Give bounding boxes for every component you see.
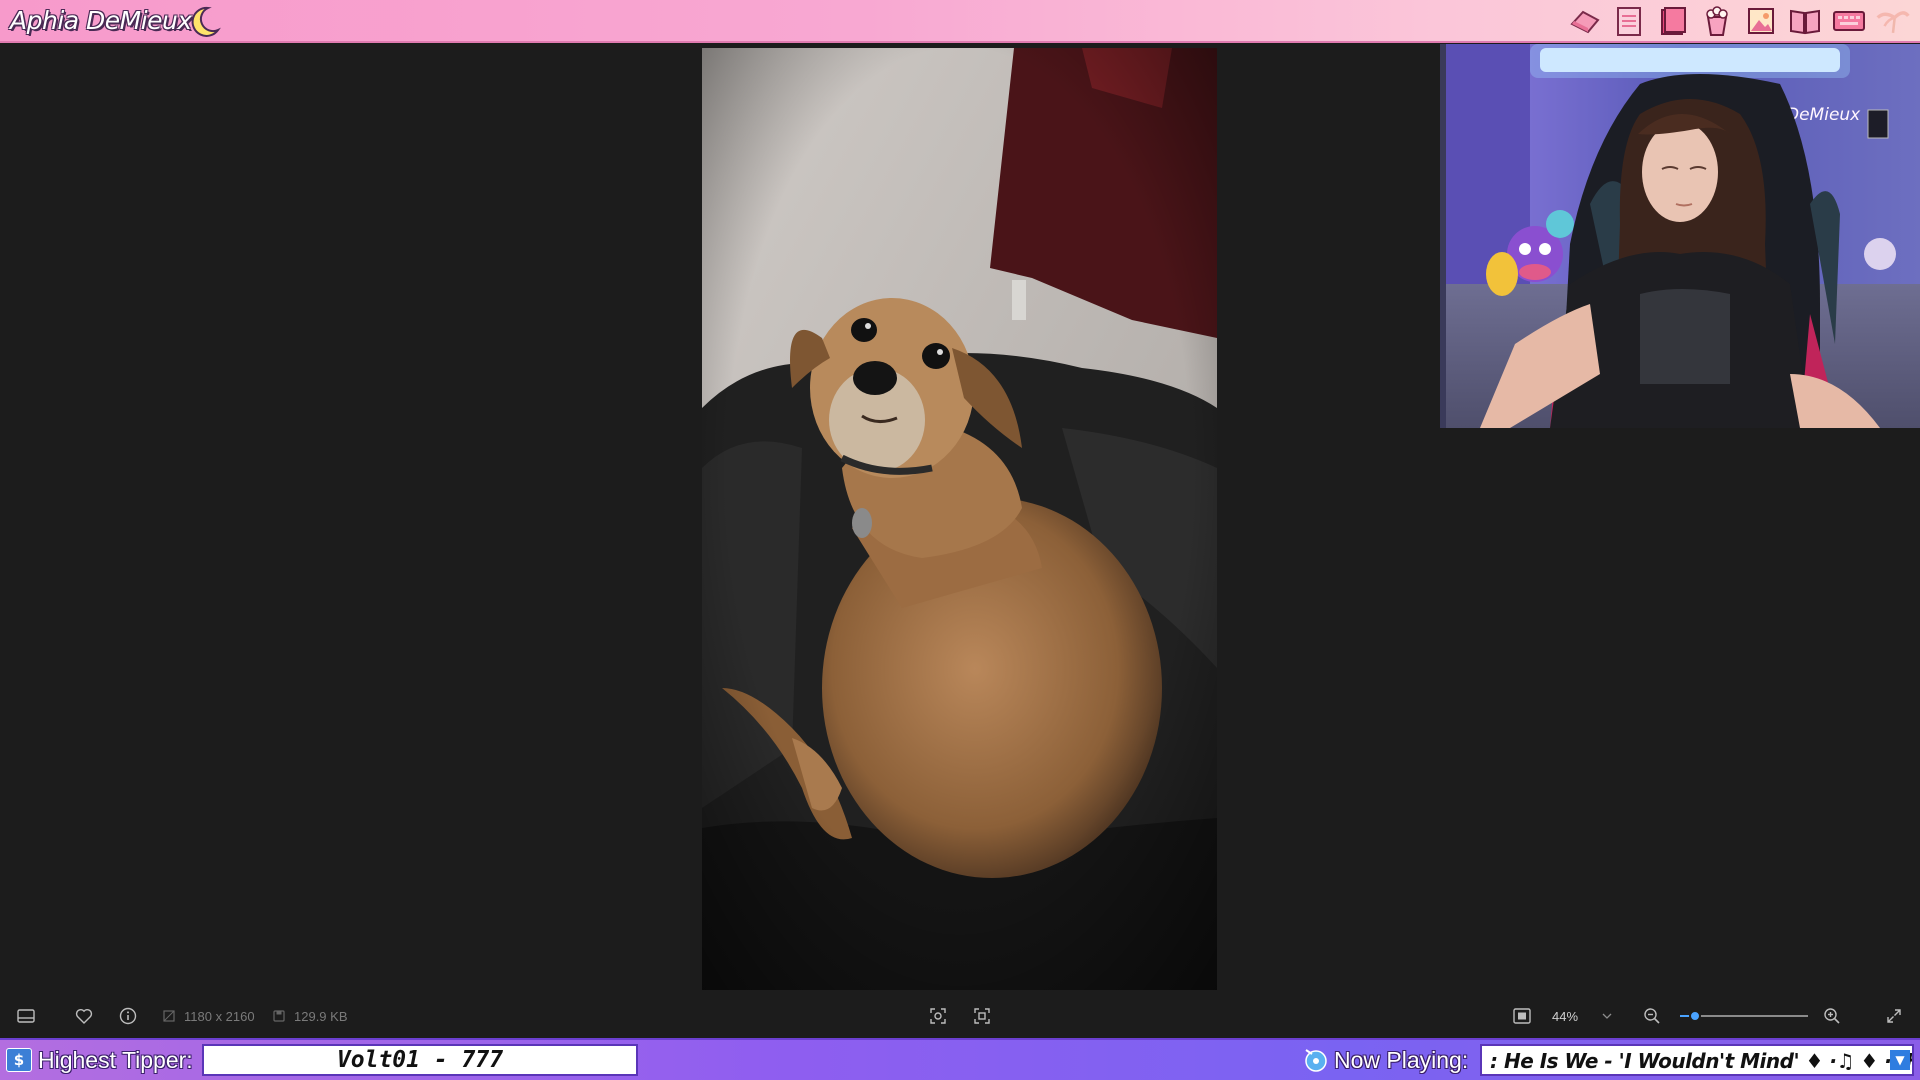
dollar-icon: $ <box>6 1048 32 1072</box>
screen: Aphia DeMieux DeMieux 1180 x 2160 129.9 … <box>0 0 1920 1080</box>
filmstrip-icon <box>17 1009 35 1023</box>
file-size: 129.9 KB <box>272 995 348 1037</box>
expand-icon <box>1887 1009 1901 1023</box>
stream-top-banner: Aphia DeMieux <box>0 0 1920 43</box>
file-info-button[interactable] <box>112 995 144 1037</box>
highest-tipper-box: Volt01 - 777 <box>202 1044 638 1076</box>
image-dimensions: 1180 x 2160 <box>162 995 255 1037</box>
moon-icon <box>191 6 221 37</box>
favorite-button[interactable] <box>68 995 100 1037</box>
notepad-icon <box>1612 4 1646 38</box>
now-playing-ticker: : He Is We - 'I Wouldn't Mind' ♦ ·♫ ♦ ·:… <box>1480 1044 1914 1076</box>
image-viewer-toolbar: 1180 x 2160 129.9 KB 44% <box>0 995 1920 1037</box>
fit-to-window-button[interactable] <box>1506 995 1538 1037</box>
highest-tipper-value: Volt01 - 777 <box>336 1047 504 1073</box>
book-icon <box>1788 4 1822 38</box>
crop-button[interactable] <box>966 995 998 1037</box>
now-playing-label: Now Playing: <box>1334 1047 1469 1073</box>
music-note-icon <box>1305 1049 1327 1072</box>
zoom-out-icon <box>1644 1008 1660 1024</box>
file-size-text: 129.9 KB <box>294 1008 348 1024</box>
neon-sign-text: DeMieux <box>1786 105 1861 125</box>
dropdown-arrow-icon: ▼ <box>1890 1050 1910 1070</box>
top-icon-row <box>1568 4 1910 38</box>
keyboard-icon <box>1832 4 1866 38</box>
fullscreen-button[interactable] <box>1878 995 1910 1037</box>
heart-icon <box>75 1008 93 1024</box>
crop-icon <box>974 1008 990 1024</box>
zoom-out-button[interactable] <box>1636 995 1668 1037</box>
now-playing-track: : He Is We - 'I Wouldn't Mind' ♦ ·♫ ♦ ·:… <box>1490 1049 1912 1073</box>
stream-bottom-banner: $ Highest Tipper: Volt01 - 777 Now Playi… <box>0 1038 1920 1080</box>
zoom-in-icon <box>1824 1008 1840 1024</box>
info-icon <box>119 1007 137 1025</box>
palm-tree-icon <box>1876 4 1910 38</box>
screenshot-button[interactable] <box>922 995 954 1037</box>
fit-screen-icon <box>1513 1008 1531 1024</box>
filmstrip-toggle-button[interactable] <box>10 995 42 1037</box>
zoom-slider[interactable] <box>1680 1010 1808 1022</box>
disk-icon <box>273 1010 285 1022</box>
zoom-value: 44% <box>1552 1008 1579 1024</box>
zoom-dropdown[interactable]: 44% <box>1546 1003 1618 1029</box>
folder-icon <box>1656 4 1690 38</box>
streamer-name: Aphia DeMieux <box>10 6 192 35</box>
webcam-feed: DeMieux <box>1440 44 1920 428</box>
dimensions-icon <box>163 1010 175 1022</box>
zoom-slider-thumb[interactable] <box>1689 1010 1702 1022</box>
picture-icon <box>1744 4 1778 38</box>
zoom-in-button[interactable] <box>1816 995 1848 1037</box>
chevron-down-icon <box>1602 1013 1612 1019</box>
viewed-photo-dog <box>702 48 1217 990</box>
eraser-icon <box>1568 4 1602 38</box>
popcorn-icon <box>1700 4 1734 38</box>
highest-tipper-label: Highest Tipper: <box>38 1047 193 1073</box>
crop-focus-icon <box>930 1008 946 1024</box>
dimensions-text: 1180 x 2160 <box>184 1008 255 1024</box>
